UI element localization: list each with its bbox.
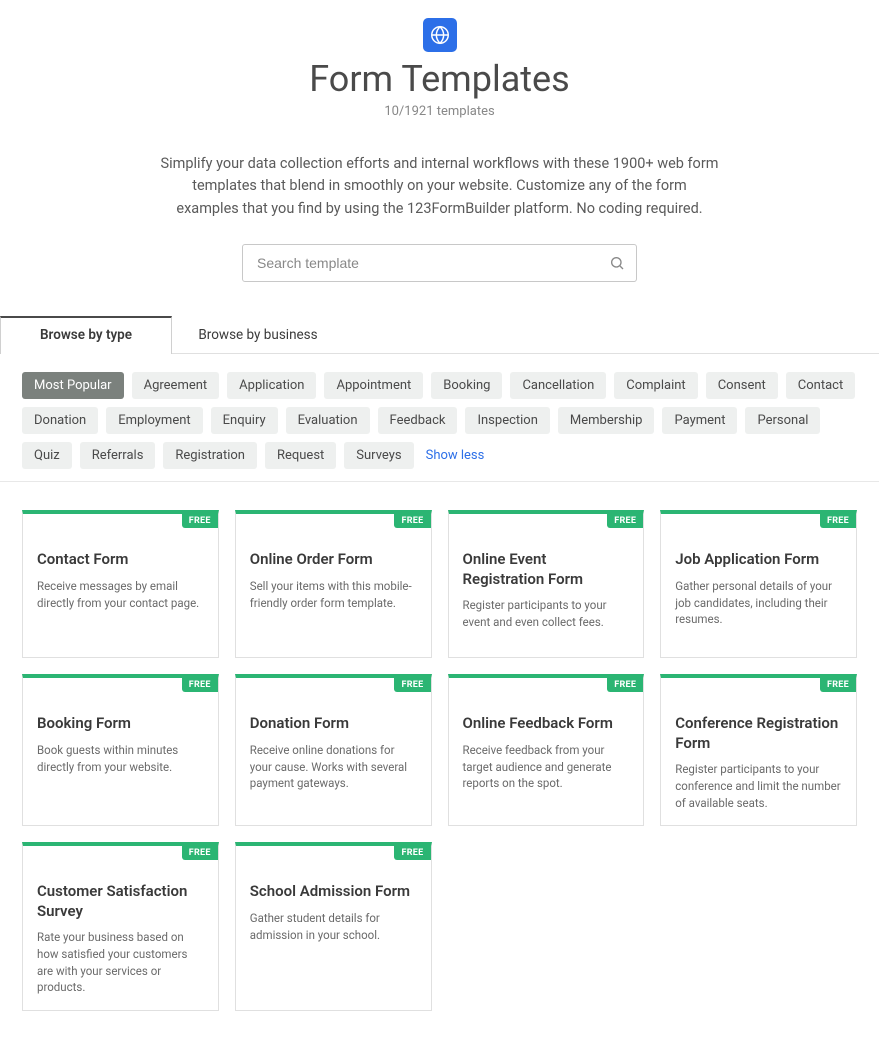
chip-inspection[interactable]: Inspection xyxy=(465,407,549,434)
chip-consent[interactable]: Consent xyxy=(706,372,778,399)
chip-booking[interactable]: Booking xyxy=(431,372,502,399)
chip-appointment[interactable]: Appointment xyxy=(324,372,423,399)
card-description: Receive feedback from your target audien… xyxy=(463,742,630,792)
globe-icon xyxy=(423,18,457,52)
template-card[interactable]: FREE Customer Satisfaction Survey Rate you… xyxy=(22,842,219,1011)
card-description: Gather personal details of your job cand… xyxy=(675,578,842,628)
template-card[interactable]: FREE Online Order Form Sell your items wit… xyxy=(235,510,432,658)
card-description: Book guests within minutes directly from… xyxy=(37,742,204,775)
template-card[interactable]: FREE Booking Form Book guests within minut… xyxy=(22,674,219,826)
template-card[interactable]: FREE School Admission Form Gather student … xyxy=(235,842,432,1011)
free-badge: FREE xyxy=(394,846,430,860)
free-badge: FREE xyxy=(820,514,856,528)
card-description: Receive online donations for your cause.… xyxy=(250,742,417,792)
show-less-link[interactable]: Show less xyxy=(422,442,489,469)
card-description: Register participants to your conference… xyxy=(675,761,842,811)
page-title: Form Templates xyxy=(0,58,879,100)
card-title: Job Application Form xyxy=(675,550,842,570)
template-card[interactable]: FREE Contact Form Receive messages by emai… xyxy=(22,510,219,658)
chip-contact[interactable]: Contact xyxy=(786,372,855,399)
template-cards: FREE Contact Form Receive messages by emai… xyxy=(0,482,879,1039)
chip-feedback[interactable]: Feedback xyxy=(378,407,458,434)
template-card[interactable]: FREE Conference Registration Form Register… xyxy=(660,674,857,826)
chip-referrals[interactable]: Referrals xyxy=(80,442,156,469)
chip-personal[interactable]: Personal xyxy=(745,407,820,434)
chip-surveys[interactable]: Surveys xyxy=(344,442,413,469)
chip-agreement[interactable]: Agreement xyxy=(132,372,220,399)
template-count: 10/1921 templates xyxy=(0,104,879,119)
chip-request[interactable]: Request xyxy=(265,442,336,469)
card-description: Register participants to your event and … xyxy=(463,597,630,630)
search-icon[interactable] xyxy=(609,255,625,271)
card-title: Online Order Form xyxy=(250,550,417,570)
card-title: Online Event Registration Form xyxy=(463,550,630,589)
tab-browse-by-type[interactable]: Browse by type xyxy=(0,316,172,354)
free-badge: FREE xyxy=(607,678,643,692)
free-badge: FREE xyxy=(394,514,430,528)
tab-browse-by-business[interactable]: Browse by business xyxy=(172,316,344,353)
chip-cancellation[interactable]: Cancellation xyxy=(510,372,606,399)
search-input[interactable] xyxy=(242,244,637,282)
card-title: Booking Form xyxy=(37,714,204,734)
free-badge: FREE xyxy=(182,678,218,692)
chip-complaint[interactable]: Complaint xyxy=(614,372,697,399)
template-card[interactable]: FREE Online Feedback Form Receive feedback… xyxy=(448,674,645,826)
page-description: Simplify your data collection efforts an… xyxy=(160,153,720,220)
chip-most-popular[interactable]: Most Popular xyxy=(22,372,124,399)
filter-chips: Most Popular Agreement Application Appointm… xyxy=(0,354,879,482)
free-badge: FREE xyxy=(182,514,218,528)
card-title: Customer Satisfaction Survey xyxy=(37,882,204,921)
free-badge: FREE xyxy=(607,514,643,528)
template-card[interactable]: FREE Donation Form Receive online donation… xyxy=(235,674,432,826)
chip-evaluation[interactable]: Evaluation xyxy=(286,407,370,434)
template-card[interactable]: FREE Job Application Form Gather personal … xyxy=(660,510,857,658)
chip-employment[interactable]: Employment xyxy=(106,407,202,434)
chip-membership[interactable]: Membership xyxy=(558,407,655,434)
card-description: Gather student details for admission in … xyxy=(250,910,417,943)
card-title: School Admission Form xyxy=(250,882,417,902)
free-badge: FREE xyxy=(182,846,218,860)
chip-donation[interactable]: Donation xyxy=(22,407,98,434)
chip-enquiry[interactable]: Enquiry xyxy=(211,407,278,434)
chip-quiz[interactable]: Quiz xyxy=(22,442,72,469)
template-card[interactable]: FREE Online Event Registration Form Regist… xyxy=(448,510,645,658)
card-title: Conference Registration Form xyxy=(675,714,842,753)
chip-registration[interactable]: Registration xyxy=(163,442,257,469)
card-description: Rate your business based on how satisfie… xyxy=(37,929,204,996)
chip-payment[interactable]: Payment xyxy=(662,407,737,434)
tabs: Browse by typeBrowse by business xyxy=(0,316,879,354)
card-title: Donation Form xyxy=(250,714,417,734)
free-badge: FREE xyxy=(394,678,430,692)
card-title: Online Feedback Form xyxy=(463,714,630,734)
free-badge: FREE xyxy=(820,678,856,692)
card-description: Sell your items with this mobile-friendl… xyxy=(250,578,417,611)
chip-application[interactable]: Application xyxy=(227,372,316,399)
card-description: Receive messages by email directly from … xyxy=(37,578,204,611)
card-title: Contact Form xyxy=(37,550,204,570)
